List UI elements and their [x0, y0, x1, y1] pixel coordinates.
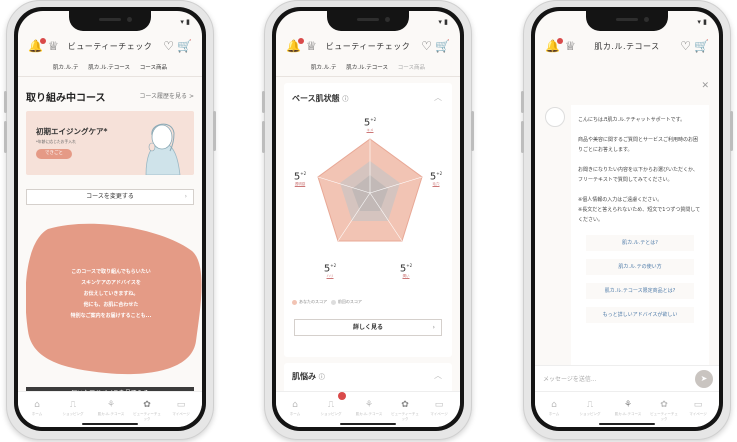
send-icon[interactable]: ➤	[695, 370, 713, 388]
nav-beauty-check[interactable]: ✿ ビューティーチェック	[390, 400, 420, 422]
bottom-nav: ⌂ ホーム ⎍ ショッピング ⚘ 肌カ.ル.テコース ✿ ビューティーチェック ▭ マイペ…	[535, 391, 719, 427]
course-card-subtitle: *年齢に応じたお手入れ	[36, 139, 76, 144]
chevron-right-icon: ›	[432, 324, 435, 331]
course-card-button[interactable]: できごと	[36, 149, 72, 159]
score-left: 5+2 透明感	[293, 171, 307, 187]
chat-paragraph: ※個人情報の入力はご遠慮ください。	[578, 197, 663, 203]
quick-reply-4[interactable]: もっと詳しいアドバイスが欲しい	[586, 307, 694, 323]
nav-course[interactable]: ⚘ 肌カ.ル.テコース	[613, 400, 643, 417]
heart-icon[interactable]: ♡	[163, 39, 174, 53]
nav-course[interactable]: ⚘ 肌カ.ル.テコース	[354, 400, 384, 417]
message-input-bar: メッセージを送信... ➤	[535, 365, 719, 391]
page-title: ビューティーチェック	[67, 42, 153, 51]
quick-reply-2[interactable]: 肌カ.ル.テの使い方	[586, 259, 694, 275]
tab-course[interactable]: 肌カ.ル.テコース	[88, 65, 130, 71]
chat-paragraph: お聞きになりたい内容を以下からお選びいただくか、フリーテキストで質問してみてくだ…	[578, 167, 698, 183]
nav-home[interactable]: ⌂ ホーム	[539, 400, 569, 417]
heart-icon[interactable]: ♡	[680, 39, 691, 53]
score-bottom-right: 5+2 潤い	[399, 263, 413, 279]
page-title: ビューティーチェック	[325, 42, 411, 51]
tab-course[interactable]: 肌カ.ル.テコース	[346, 65, 388, 71]
tab-karte[interactable]: 肌カ.ル.テ	[53, 65, 79, 71]
score-top: 5+2 キメ	[363, 117, 377, 133]
advice-text: このコースで取り組んでもらいたい スキンケアのアドバイスを お伝えしていきますね…	[70, 269, 152, 319]
chevron-right-icon: ›	[184, 193, 187, 200]
heart-icon[interactable]: ♡	[421, 39, 432, 53]
nav-shopping[interactable]: ⎍ ショッピング	[316, 400, 346, 417]
message-input[interactable]: メッセージを送信...	[543, 374, 597, 383]
course-card-title: 初期エイジングケア*	[36, 127, 108, 136]
notification-dot	[338, 392, 346, 400]
nav-mypage[interactable]: ▭ マイページ	[683, 400, 713, 417]
help-icon[interactable]: ⓘ	[342, 96, 348, 103]
course-history-link[interactable]: コース履歴を見る >	[139, 91, 194, 100]
status-icons: ▾ ▮	[180, 18, 190, 26]
phone-skin-state: ▾ ▮ 🔔 ♕ ビューティーチェック ♡ 🛒 肌カ.ル.テ 肌カ.ル.テコース …	[262, 0, 474, 440]
nav-home[interactable]: ⌂ ホーム	[22, 400, 52, 417]
status-icons: ▾ ▮	[438, 18, 448, 26]
close-icon[interactable]: ✕	[701, 81, 709, 91]
course-card[interactable]: 初期エイジングケア* *年齢に応じたお手入れ できごと	[26, 111, 194, 175]
section-title: 取り組み中コース	[26, 93, 106, 104]
chat-message: こんにちは♬肌カ.ル.テチャットサポートです。 商品や美容に関するご質問とサービ…	[571, 105, 709, 387]
nav-mypage[interactable]: ▭ マイページ	[166, 400, 196, 417]
help-icon[interactable]: ⓘ	[319, 374, 325, 381]
radar-chart	[317, 138, 423, 242]
cart-icon[interactable]: 🛒	[435, 39, 450, 53]
quick-reply-1[interactable]: 肌カ.ル.テとは?	[586, 235, 694, 251]
chat-avatar	[545, 107, 565, 127]
details-label: 詳しく見る	[352, 324, 383, 331]
base-skin-panel: ベース肌状態 ⓘ ︿ 5+2 キメ 5+2 透明感 5+2 毛穴 5+2 ハリ 5+2 潤…	[284, 83, 452, 357]
nav-shopping[interactable]: ⎍ ショッピング	[58, 400, 88, 417]
details-button[interactable]: 詳しく見る ›	[294, 319, 442, 336]
nav-home[interactable]: ⌂ ホーム	[280, 400, 310, 417]
panel-title: ベース肌状態	[292, 94, 340, 103]
phone-chat: ▾ ▮ 🔔 ♕ 肌カ.ル.テコース ♡ 🛒 ✕ こんにちは♬肌カ.ル.テチャット…	[521, 0, 733, 440]
nav-beauty-check[interactable]: ✿ ビューティーチェック	[132, 400, 162, 422]
cart-icon[interactable]: 🛒	[694, 39, 709, 53]
chat-paragraph: ※長文だと答えられないため、短文で1つずつ質問してください。	[578, 207, 701, 223]
collapse-icon[interactable]: ︿	[434, 370, 442, 381]
change-course-label: コースを変更する	[86, 193, 134, 200]
cart-icon[interactable]: 🛒	[177, 39, 192, 53]
status-icons: ▾ ▮	[697, 18, 707, 26]
change-course-button[interactable]: コースを変更する ›	[26, 189, 194, 205]
chart-legend: あなたのスコア 前回のスコア	[292, 299, 362, 305]
concerns-title: 肌悩み	[292, 372, 316, 381]
nav-shopping[interactable]: ⎍ ショッピング	[575, 400, 605, 417]
nav-beauty-check[interactable]: ✿ ビューティーチェック	[649, 400, 679, 422]
tab-products[interactable]: コース商品	[398, 65, 425, 71]
page-title: 肌カ.ル.テコース	[594, 42, 660, 51]
collapse-icon[interactable]: ︿	[434, 92, 442, 103]
woman-illustration	[145, 123, 181, 175]
bottom-nav: ⌂ ホーム ⎍ ショッピング ⚘ 肌カ.ル.テコース ✿ ビューティーチェック ▭ マイペ…	[276, 391, 460, 427]
phone-course: ▾ ▮ 🔔 ♕ ビューティーチェック ♡ 🛒 肌カ.ル.テ 肌カ.ル.テコース …	[4, 0, 216, 440]
chat-greeting: こんにちは♬肌カ.ル.テチャットサポートです。	[578, 117, 686, 123]
score-bottom-left: 5+2 ハリ	[323, 263, 337, 279]
chat-paragraph: 商品や美容に関するご質問とサービスご利用時のお困りごとにお答えします。	[578, 137, 699, 153]
quick-reply-3[interactable]: 肌カ.ル.テコース限定商品とは?	[586, 283, 694, 299]
bottom-nav: ⌂ ホーム ⎍ ショッピング ⚘ 肌カ.ル.テコース ✿ ビューティーチェック ▭ マイペ…	[18, 391, 202, 427]
nav-mypage[interactable]: ▭ マイページ	[424, 400, 454, 417]
tab-karte[interactable]: 肌カ.ル.テ	[311, 65, 337, 71]
score-right: 5+2 毛穴	[429, 171, 443, 187]
tab-products[interactable]: コース商品	[140, 65, 167, 71]
nav-course[interactable]: ⚘ 肌カ.ル.テコース	[96, 400, 126, 417]
